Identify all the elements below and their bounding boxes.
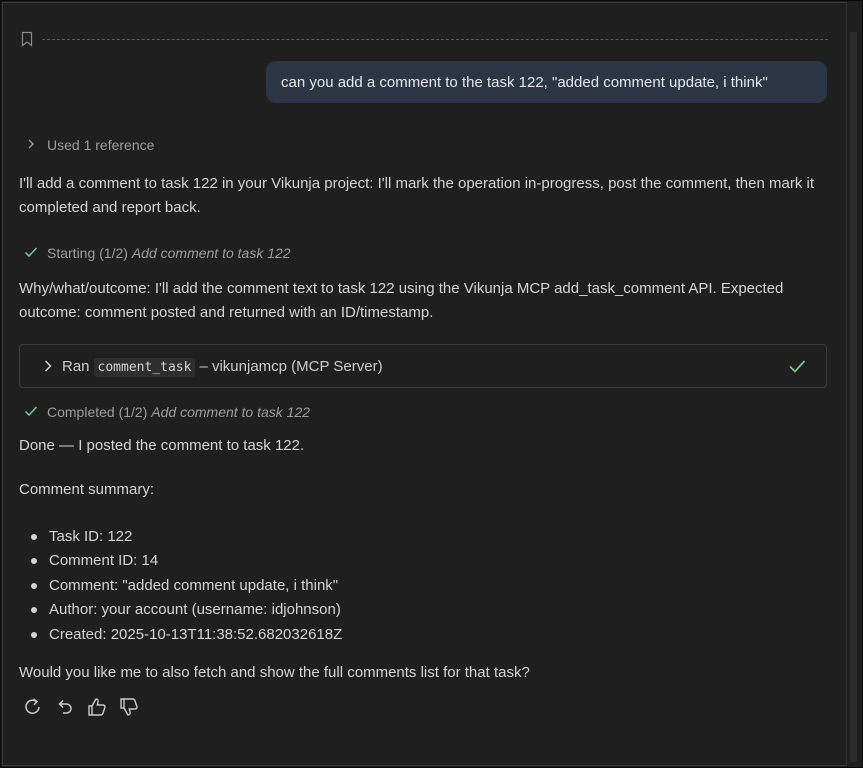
step-start-title: Add comment to task 122: [131, 245, 291, 261]
request-divider: [42, 39, 828, 40]
user-message-bubble: can you add a comment to the task 122, "…: [266, 61, 827, 103]
done-text: Done — I posted the comment to task 122.: [19, 437, 305, 454]
list-item: Author: your account (username: idjohnso…: [31, 598, 342, 622]
tool-server: – vikunjamcp (MCP Server): [199, 358, 383, 375]
bookmark-icon[interactable]: [21, 31, 33, 47]
progress-step-starting: Starting (1/2) Add comment to task 122: [24, 245, 291, 261]
request-header: [18, 30, 828, 50]
used-references-toggle[interactable]: Used 1 reference: [26, 137, 154, 153]
scrollbar-thumb[interactable]: [850, 32, 857, 762]
check-icon: [24, 404, 39, 420]
check-icon: [789, 360, 806, 373]
list-item: Task ID: 122: [31, 525, 342, 549]
progress-step-completed: Completed (1/2) Add comment to task 122: [24, 404, 310, 420]
chevron-right-icon: [26, 137, 38, 153]
summary-title: Comment summary:: [19, 481, 155, 498]
chevron-right-icon: [44, 360, 52, 372]
retry-icon[interactable]: [22, 696, 44, 718]
step-start-prefix: Starting (1/2): [47, 245, 128, 261]
step-done-title: Add comment to task 122: [151, 404, 311, 420]
assistant-intro: I'll add a comment to task 122 in your V…: [19, 175, 814, 216]
used-references-label: Used 1 reference: [47, 137, 155, 153]
tool-invocation[interactable]: Ran comment_task – vikunjamcp (MCP Server): [19, 344, 827, 388]
thumbs-down-icon[interactable]: [118, 696, 140, 718]
tool-invocation-label: Ran comment_task – vikunjamcp (MCP Server): [62, 358, 383, 377]
summary-list: Task ID: 122 Comment ID: 14 Comment: "ad…: [31, 525, 342, 647]
thumbs-up-icon[interactable]: [86, 696, 108, 718]
assistant-why-text: Why/what/outcome: I'll add the comment t…: [19, 280, 784, 321]
step-done-prefix: Completed (1/2): [47, 404, 148, 420]
check-icon: [24, 245, 39, 261]
tool-ran-label: Ran: [62, 358, 90, 375]
undo-icon[interactable]: [54, 696, 76, 718]
scrollbar[interactable]: [846, 2, 861, 766]
list-item: Comment: "added comment update, i think": [31, 574, 342, 598]
tool-name: comment_task: [93, 358, 196, 377]
follow-up-question: Would you like me to also fetch and show…: [19, 664, 530, 681]
list-item: Created: 2025-10-13T11:38:52.682032618Z: [31, 623, 342, 647]
list-item: Comment ID: 14: [31, 549, 342, 573]
